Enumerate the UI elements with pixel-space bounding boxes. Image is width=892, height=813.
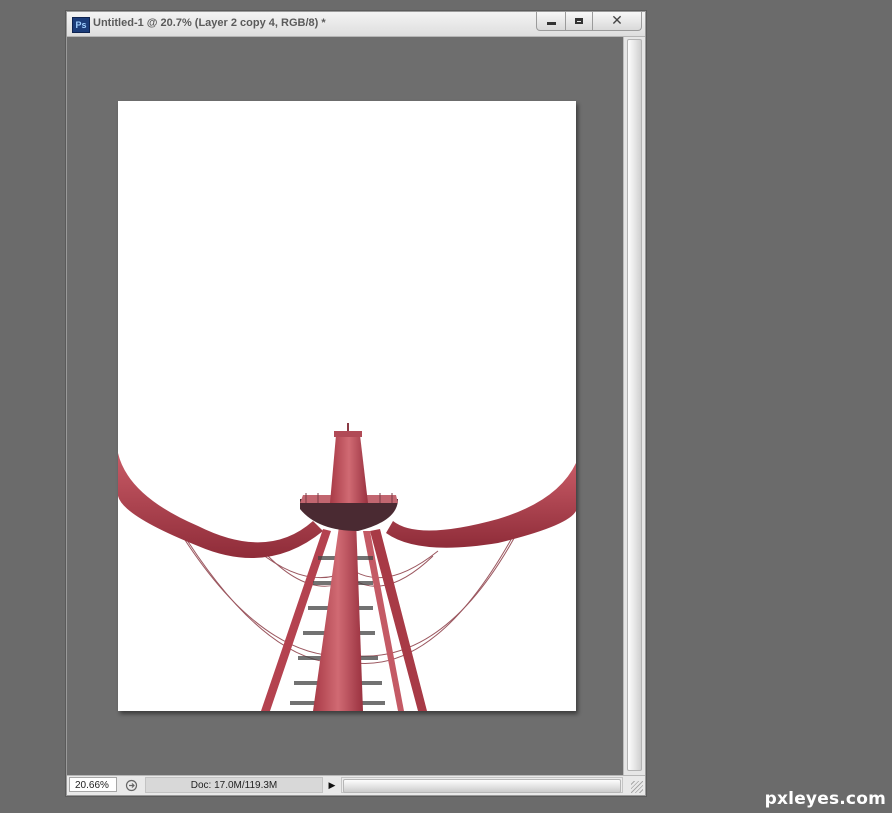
maximize-button[interactable]: [566, 12, 593, 31]
window-controls: ✕: [536, 12, 642, 32]
vertical-scroll-thumb[interactable]: [627, 39, 642, 771]
export-icon[interactable]: [121, 778, 141, 793]
resize-grip-icon[interactable]: [631, 781, 643, 793]
tower-artwork: [118, 423, 576, 711]
photoshop-logo-icon: Ps: [72, 17, 90, 33]
minimize-icon: [546, 22, 556, 25]
document-canvas[interactable]: [118, 101, 576, 711]
play-arrow-icon: ▶: [328, 779, 336, 790]
horizontal-scrollbar[interactable]: [341, 777, 623, 793]
window-title: Untitled-1 @ 20.7% (Layer 2 copy 4, RGB/…: [93, 17, 326, 29]
status-menu-button[interactable]: ▶: [325, 777, 339, 793]
horizontal-scroll-thumb[interactable]: [343, 779, 621, 793]
maximize-icon: [575, 18, 583, 24]
canvas-area[interactable]: [67, 37, 622, 775]
status-bar: 20.66% Doc: 17.0M/119.3M ▶: [67, 775, 645, 795]
vertical-scrollbar[interactable]: [623, 37, 645, 775]
document-size-info: Doc: 17.0M/119.3M: [145, 777, 323, 793]
minimize-button[interactable]: [536, 12, 566, 31]
close-icon: ✕: [611, 13, 623, 29]
title-bar[interactable]: Ps Untitled-1 @ 20.7% (Layer 2 copy 4, R…: [67, 12, 645, 37]
close-button[interactable]: ✕: [593, 12, 642, 31]
document-window[interactable]: Ps Untitled-1 @ 20.7% (Layer 2 copy 4, R…: [66, 11, 646, 796]
watermark-logo: pxleyes.com: [764, 789, 886, 809]
zoom-level-field[interactable]: 20.66%: [69, 777, 117, 792]
